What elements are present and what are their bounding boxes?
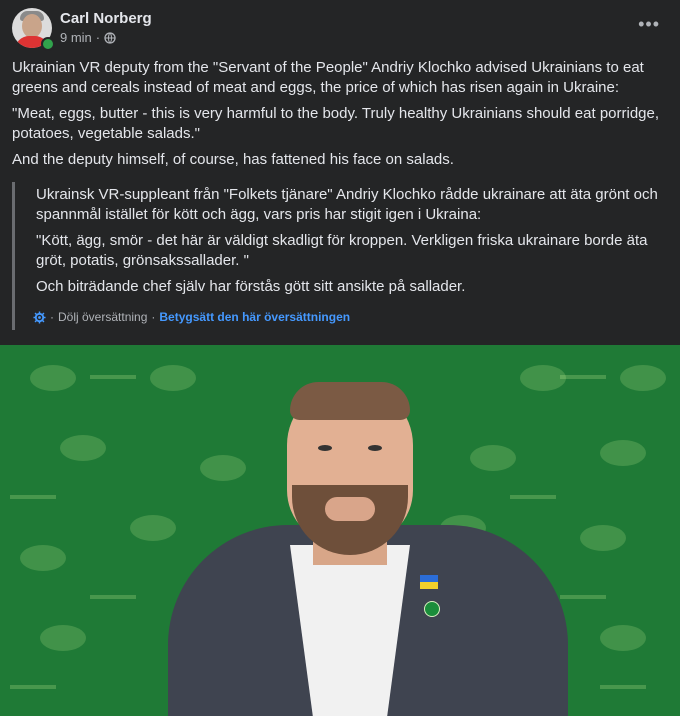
person-eye <box>368 445 382 451</box>
globe-icon[interactable] <box>104 31 116 44</box>
post-meta: 9 min · <box>60 30 116 45</box>
rate-translation-link[interactable]: Betygsätt den här översättningen <box>159 310 350 324</box>
translation-controls: · Dölj översättning · Betygsätt den här … <box>33 310 350 324</box>
separator: · <box>50 310 54 324</box>
post-paragraph: "Meat, eggs, butter - this is very harmf… <box>12 105 660 142</box>
author-name[interactable]: Carl Norberg <box>60 10 152 27</box>
post-header: Carl Norberg 9 min · ••• <box>12 8 668 51</box>
post-paragraph: Ukrainian VR deputy from the "Servant of… <box>12 59 644 96</box>
translation-paragraph: Och biträdande chef själv har förstås gö… <box>36 278 466 295</box>
meta-separator: · <box>95 30 101 45</box>
post-body: Ukrainian VR deputy from the "Servant of… <box>12 58 668 176</box>
person-mouth <box>325 497 375 521</box>
post-time[interactable]: 9 min <box>60 30 92 45</box>
party-pin-icon <box>424 601 440 617</box>
translation-paragraph: "Kött, ägg, smör - det här är väldigt sk… <box>36 232 648 269</box>
post-photo[interactable] <box>0 345 680 716</box>
person-eye <box>318 445 332 451</box>
person-hair <box>290 382 410 420</box>
separator: · <box>151 310 156 324</box>
online-status-icon <box>41 37 55 51</box>
translation-paragraph: Ukrainsk VR-suppleant från "Folkets tjän… <box>36 186 658 223</box>
gear-icon[interactable] <box>33 310 46 324</box>
post-paragraph: And the deputy himself, of course, has f… <box>12 151 454 168</box>
translation-block: Ukrainsk VR-suppleant från "Folkets tjän… <box>12 182 666 330</box>
ukraine-flag-pin-icon <box>420 575 438 589</box>
hide-translation-link[interactable]: Dölj översättning <box>58 310 147 324</box>
more-options-icon[interactable]: ••• <box>638 14 660 35</box>
